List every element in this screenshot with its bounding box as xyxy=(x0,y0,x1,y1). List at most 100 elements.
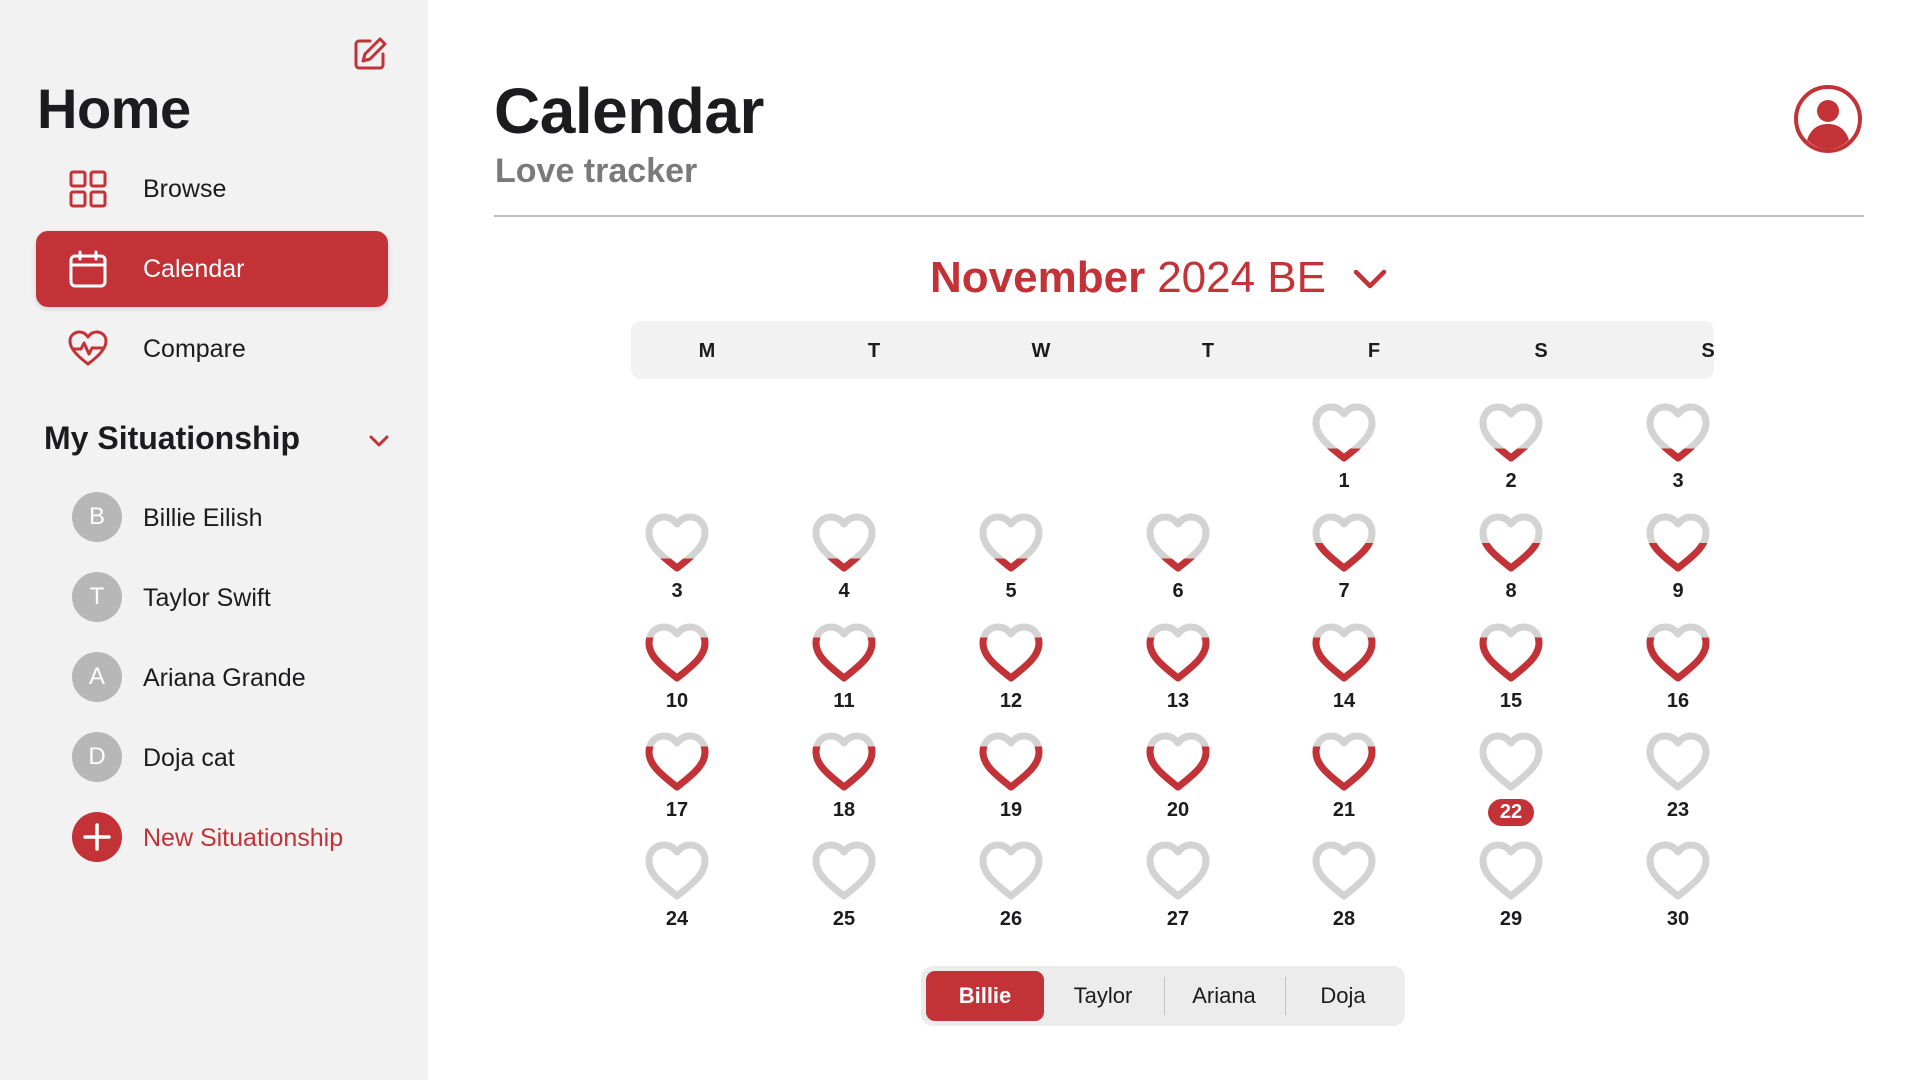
nav-item-calendar[interactable]: Calendar xyxy=(36,231,388,307)
heart-icon xyxy=(645,513,709,572)
heart-icon xyxy=(645,732,709,791)
chevron-down-icon xyxy=(1353,269,1387,289)
day-cell[interactable]: 20 xyxy=(1123,731,1233,831)
day-number: 8 xyxy=(1456,580,1566,603)
weekday-label: M xyxy=(698,340,716,362)
weekday-header: M T W T F S S xyxy=(631,321,1715,379)
month-selector[interactable]: November 2024 BE xyxy=(930,250,1390,306)
day-cell[interactable]: 21 xyxy=(1289,731,1399,831)
day-label: 3 xyxy=(671,580,683,602)
heart-icon xyxy=(645,623,709,682)
person-item-ariana[interactable]: A Ariana Grande xyxy=(72,652,392,704)
person-item-taylor[interactable]: T Taylor Swift xyxy=(72,572,392,624)
day-cell[interactable]: 25 xyxy=(789,840,899,940)
day-cell[interactable]: 1 xyxy=(1289,402,1399,502)
heart-icon xyxy=(979,623,1043,682)
day-cell[interactable]: 19 xyxy=(956,731,1066,831)
heart-icon xyxy=(812,841,876,900)
day-cell[interactable]: 12 xyxy=(956,622,1066,722)
person-item-billie[interactable]: B Billie Eilish xyxy=(72,492,392,544)
segment-doja[interactable]: Doja xyxy=(1286,971,1400,1021)
day-number: 20 xyxy=(1123,799,1233,822)
day-number: 3 xyxy=(1623,470,1733,493)
heart-icon xyxy=(1479,403,1543,462)
edit-icon[interactable] xyxy=(350,34,390,74)
day-cell[interactable]: 27 xyxy=(1123,840,1233,940)
day-label: 3 xyxy=(1672,470,1684,492)
day-cell[interactable]: 7 xyxy=(1289,512,1399,612)
day-cell[interactable]: 4 xyxy=(789,512,899,612)
day-cell[interactable]: 24 xyxy=(622,840,732,940)
day-label: 29 xyxy=(1499,908,1523,930)
day-label: 18 xyxy=(832,799,856,821)
day-number: 15 xyxy=(1456,690,1566,713)
day-cell[interactable]: 18 xyxy=(789,731,899,831)
day-cell[interactable]: 11 xyxy=(789,622,899,722)
day-cell[interactable]: 9 xyxy=(1623,512,1733,612)
day-cell[interactable]: 15 xyxy=(1456,622,1566,722)
avatar: T xyxy=(72,572,122,622)
weekday-label: S xyxy=(1701,340,1715,362)
day-cell[interactable]: 5 xyxy=(956,512,1066,612)
day-cell[interactable]: 8 xyxy=(1456,512,1566,612)
sidebar: Home Browse Calendar Compare My Situatio… xyxy=(0,0,428,1080)
heart-icon xyxy=(1312,841,1376,900)
segment-ariana[interactable]: Ariana xyxy=(1165,971,1283,1021)
header-divider xyxy=(494,215,1864,217)
section-title: My Situationship xyxy=(44,420,300,456)
weekday-label: S xyxy=(1534,340,1548,362)
heart-icon xyxy=(1646,623,1710,682)
day-number: 26 xyxy=(956,908,1066,931)
nav-item-browse[interactable]: Browse xyxy=(36,151,388,227)
day-label: 23 xyxy=(1666,799,1690,821)
profile-icon[interactable] xyxy=(1793,84,1863,154)
day-cell[interactable]: 10 xyxy=(622,622,732,722)
situationship-section-toggle[interactable]: My Situationship xyxy=(44,418,394,462)
new-situationship-button[interactable]: New Situationship xyxy=(72,812,392,864)
day-label: 14 xyxy=(1332,690,1356,712)
day-number: 29 xyxy=(1456,908,1566,931)
day-cell[interactable]: 29 xyxy=(1456,840,1566,940)
heart-icon xyxy=(1312,623,1376,682)
day-cell[interactable]: 23 xyxy=(1623,731,1733,831)
day-label: 24 xyxy=(665,908,689,930)
heart-pulse-icon xyxy=(68,330,108,366)
heart-icon xyxy=(1312,732,1376,791)
day-number: 12 xyxy=(956,690,1066,713)
day-cell[interactable]: 26 xyxy=(956,840,1066,940)
day-cell[interactable]: 30 xyxy=(1623,840,1733,940)
day-cell[interactable]: 14 xyxy=(1289,622,1399,722)
heart-icon xyxy=(1312,513,1376,572)
day-cell[interactable]: 3 xyxy=(1623,402,1733,502)
day-cell[interactable]: 2 xyxy=(1456,402,1566,502)
day-cell[interactable]: 22 xyxy=(1456,731,1566,831)
segment-billie[interactable]: Billie xyxy=(926,971,1044,1021)
day-number: 30 xyxy=(1623,908,1733,931)
day-label: 17 xyxy=(665,799,689,821)
heart-icon xyxy=(979,841,1043,900)
day-number: 10 xyxy=(622,690,732,713)
grid-icon xyxy=(69,170,107,208)
day-label: 13 xyxy=(1166,690,1190,712)
day-cell[interactable]: 6 xyxy=(1123,512,1233,612)
day-number: 1 xyxy=(1289,470,1399,493)
heart-icon xyxy=(1646,513,1710,572)
nav-item-compare[interactable]: Compare xyxy=(36,311,388,387)
day-number: 2 xyxy=(1456,470,1566,493)
day-cell[interactable]: 17 xyxy=(622,731,732,831)
day-label: 6 xyxy=(1172,580,1184,602)
heart-icon xyxy=(1146,841,1210,900)
year-label: 2024 BE xyxy=(1157,253,1326,302)
day-cell[interactable]: 28 xyxy=(1289,840,1399,940)
day-number: 18 xyxy=(789,799,899,822)
day-cell[interactable]: 13 xyxy=(1123,622,1233,722)
day-label: 9 xyxy=(1672,580,1684,602)
calendar-icon xyxy=(69,250,107,288)
person-item-doja[interactable]: D Doja cat xyxy=(72,732,392,784)
day-label: 7 xyxy=(1338,580,1350,602)
segment-taylor[interactable]: Taylor xyxy=(1044,971,1162,1021)
day-number: 11 xyxy=(789,690,899,713)
day-cell[interactable]: 16 xyxy=(1623,622,1733,722)
day-number: 19 xyxy=(956,799,1066,822)
day-cell[interactable]: 3 xyxy=(622,512,732,612)
